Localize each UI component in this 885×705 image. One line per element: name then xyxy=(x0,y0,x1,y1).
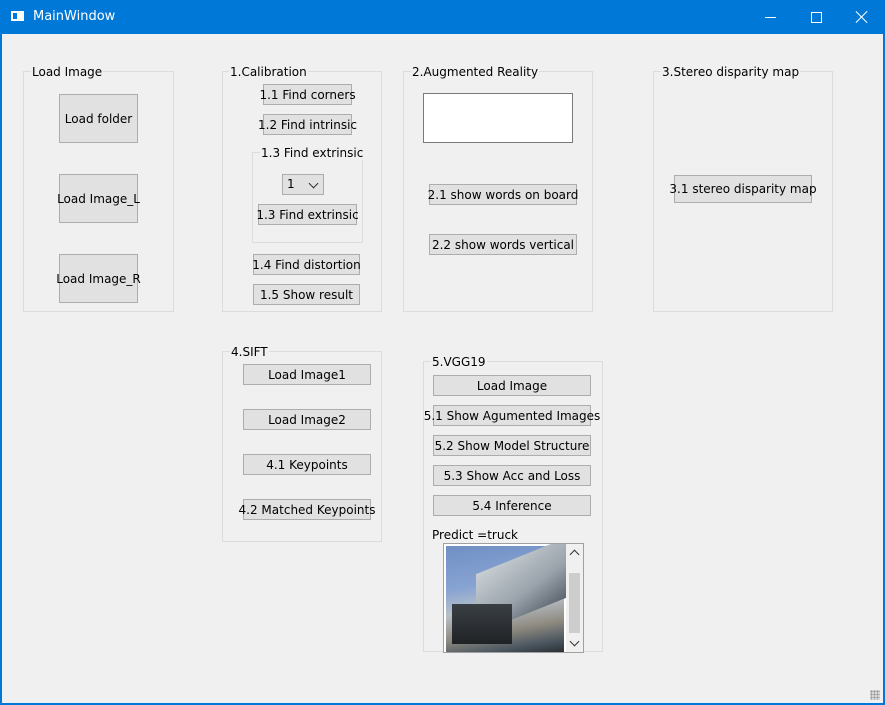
minimize-button[interactable] xyxy=(747,0,793,34)
load-image-r-button[interactable]: Load Image_R xyxy=(56,254,141,303)
group-title-calibration: 1.Calibration xyxy=(229,65,308,79)
find-intrinsic-button[interactable]: 1.2 Find intrinsic xyxy=(258,114,357,135)
close-button[interactable] xyxy=(839,0,885,34)
find-distortion-button[interactable]: 1.4 Find distortion xyxy=(252,254,361,275)
show-acc-loss-button[interactable]: 5.3 Show Acc and Loss xyxy=(433,465,591,486)
app-window-icon xyxy=(11,11,24,21)
extrinsic-image-select[interactable]: 1 xyxy=(282,174,324,195)
extrinsic-select-value: 1 xyxy=(287,177,295,191)
group-title-vgg19: 5.VGG19 xyxy=(431,355,487,369)
group-find-extrinsic: 1.3 Find extrinsic xyxy=(252,146,365,243)
scroll-down-arrow-icon[interactable] xyxy=(569,636,580,647)
title-bar[interactable]: MainWindow xyxy=(0,0,885,34)
group-title-load-image: Load Image xyxy=(31,65,104,79)
maximize-icon xyxy=(810,11,822,23)
resize-grip-icon[interactable] xyxy=(870,690,880,700)
vertical-scrollbar[interactable] xyxy=(566,544,583,652)
main-window-client: Load Image Load folder Load Image_L Load… xyxy=(2,34,883,703)
group-title-stereo-disparity: 3.Stereo disparity map xyxy=(661,65,801,79)
maximize-button[interactable] xyxy=(793,0,839,34)
chevron-down-icon xyxy=(308,178,319,189)
window-title: MainWindow xyxy=(33,9,116,24)
minimize-icon xyxy=(764,16,776,18)
show-words-vertical-button[interactable]: 2.2 show words vertical xyxy=(429,234,577,255)
predict-label: Predict =truck xyxy=(432,528,518,542)
close-icon xyxy=(856,11,868,23)
load-folder-button[interactable]: Load folder xyxy=(59,94,138,143)
predicted-image xyxy=(446,544,566,652)
keypoints-button[interactable]: 4.1 Keypoints xyxy=(243,454,371,475)
truck-cab-region xyxy=(452,604,512,644)
show-augmented-images-button[interactable]: 5.1 Show Agumented Images xyxy=(424,405,600,426)
show-result-button[interactable]: 1.5 Show result xyxy=(253,284,360,305)
vgg-load-image-button[interactable]: Load Image xyxy=(433,375,591,396)
scroll-up-arrow-icon[interactable] xyxy=(569,549,580,560)
load-image-l-button[interactable]: Load Image_L xyxy=(57,174,140,223)
scroll-thumb[interactable] xyxy=(569,573,580,633)
predicted-image-scroll-area[interactable] xyxy=(443,543,584,653)
group-title-find-extrinsic: 1.3 Find extrinsic xyxy=(260,146,365,160)
load-image1-button[interactable]: Load Image1 xyxy=(243,364,371,385)
show-words-on-board-button[interactable]: 2.1 show words on board xyxy=(428,184,578,205)
inference-button[interactable]: 5.4 Inference xyxy=(433,495,591,516)
group-title-sift: 4.SIFT xyxy=(230,345,269,359)
matched-keypoints-button[interactable]: 4.2 Matched Keypoints xyxy=(239,499,375,520)
find-corners-button[interactable]: 1.1 Find corners xyxy=(259,84,356,105)
group-title-augmented-reality: 2.Augmented Reality xyxy=(411,65,540,79)
ar-text-input[interactable] xyxy=(423,93,573,143)
load-image2-button[interactable]: Load Image2 xyxy=(243,409,371,430)
find-extrinsic-button[interactable]: 1.3 Find extrinsic xyxy=(256,204,359,225)
show-model-structure-button[interactable]: 5.2 Show Model Structure xyxy=(433,435,591,456)
stereo-disparity-map-button[interactable]: 3.1 stereo disparity map xyxy=(669,175,817,203)
